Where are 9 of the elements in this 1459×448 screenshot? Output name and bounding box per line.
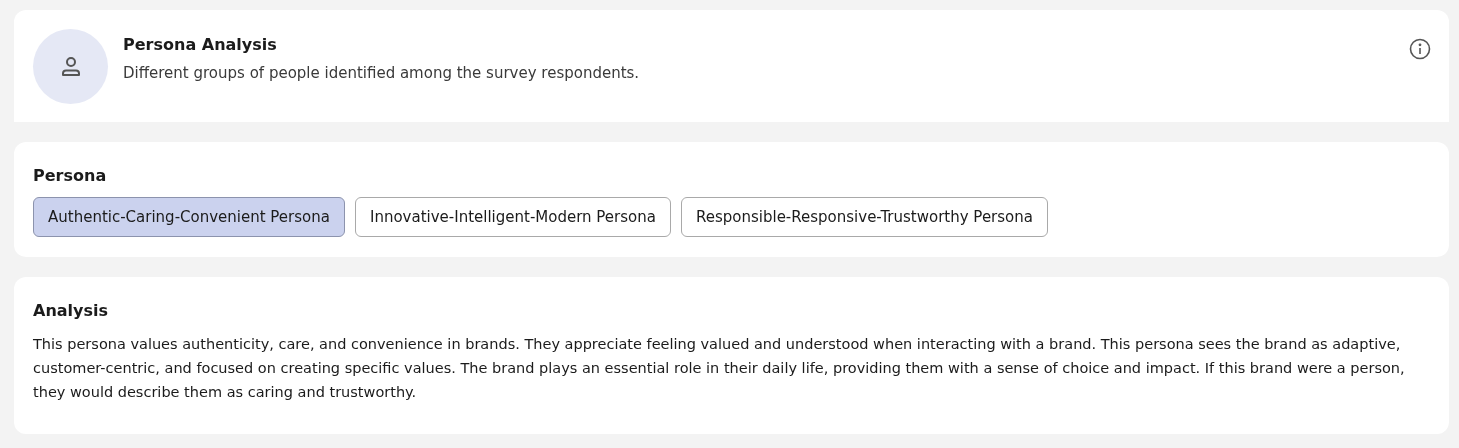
info-icon[interactable] (1409, 38, 1431, 60)
persona-chip[interactable]: Authentic-Caring-Convenient Persona (33, 197, 345, 237)
analysis-text: This persona values authenticity, care, and convenience in brands. They appreciate feeling valued and understood when interacting with a brand. This persona sees the brand as adaptive, customer-centric, and focused on creating specific values. The brand plays an essential role in their daily life, providing them with a sense of choice and impact. If this brand were a person, they would describe them as caring and trustworthy. (33, 335, 1406, 402)
page-title: Persona Analysis (123, 35, 278, 54)
section-heading: Persona (33, 166, 108, 185)
persona-chip[interactable]: Innovative-Intelligent-Modern Persona (354, 197, 671, 237)
page-subtitle: Different groups of people identified among the survey respondents. (123, 64, 641, 82)
section-heading: Analysis (33, 301, 109, 320)
persona-chip[interactable]: Responsible-Responsive-Trustworthy Persona (680, 197, 1048, 237)
